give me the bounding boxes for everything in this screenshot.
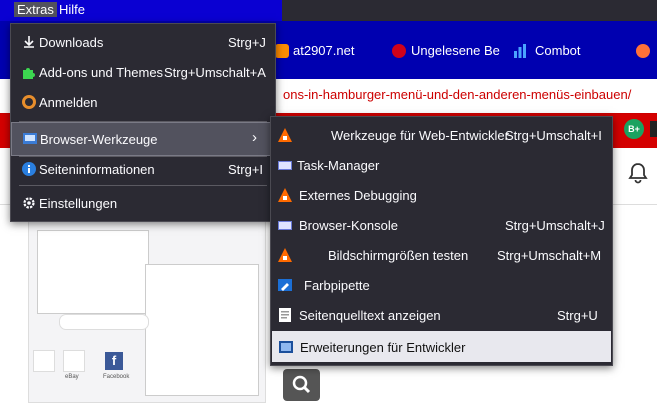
menu-separator bbox=[19, 185, 267, 186]
devtools-icon bbox=[277, 127, 293, 143]
info-icon bbox=[21, 161, 37, 177]
badge-icon[interactable]: B+ bbox=[624, 119, 644, 139]
account-icon bbox=[21, 94, 37, 110]
menu-item-shortcut: Strg+I bbox=[228, 162, 264, 177]
menu-extras[interactable]: Extras bbox=[14, 2, 57, 17]
extensions-dev-icon bbox=[278, 339, 294, 355]
bookmark-favicon-icon bbox=[392, 44, 406, 58]
menu-item-shortcut: Strg+Umschalt+J bbox=[505, 218, 605, 233]
menu-item-externes-debugging[interactable]: Externes Debugging bbox=[271, 180, 612, 210]
menu-item-label: Farbpipette bbox=[304, 278, 370, 293]
menu-item-label: Bildschirmgrößen testen bbox=[328, 248, 469, 263]
amazon-tile-icon bbox=[33, 350, 55, 372]
download-icon bbox=[21, 34, 37, 50]
source-icon bbox=[277, 307, 293, 323]
article-screenshot-image: f eBay Facebook bbox=[28, 219, 266, 403]
menu-item-label: Seiteninformationen bbox=[39, 162, 155, 177]
gear-icon bbox=[21, 195, 37, 211]
toolbar-edge-icon bbox=[650, 121, 657, 137]
menu-item-label: Browser-Werkzeuge bbox=[40, 132, 158, 147]
menu-item-erweiterungen-entwickler[interactable]: Erweiterungen für Entwickler bbox=[272, 331, 611, 362]
thumb-search bbox=[59, 314, 149, 330]
url-text: ons-in-hamburger-menü-und-den-anderen-me… bbox=[283, 87, 632, 102]
menu-item-label: Task-Manager bbox=[297, 158, 380, 173]
search-button[interactable] bbox=[283, 369, 320, 401]
thumb-tile-label: eBay bbox=[65, 374, 79, 380]
menu-item-label: Seitenquelltext anzeigen bbox=[299, 308, 441, 323]
bookmark-favicon-icon bbox=[275, 44, 289, 58]
menu-item-web-devtools[interactable]: Werkzeuge für Web-Entwickler Strg+Umscha… bbox=[271, 120, 612, 150]
menu-item-shortcut: Strg+J bbox=[228, 35, 266, 50]
ebay-tile-icon bbox=[63, 350, 85, 372]
menu-item-shortcut: Strg+Umschalt+M bbox=[497, 248, 602, 263]
responsive-icon bbox=[277, 247, 293, 263]
menu-item-farbpipette[interactable]: Farbpipette bbox=[271, 270, 612, 300]
puzzle-icon bbox=[21, 64, 37, 80]
menu-item-shortcut: Strg+Umschalt+I bbox=[505, 128, 602, 143]
menu-item-einstellungen[interactable]: Einstellungen bbox=[11, 188, 275, 218]
remote-debugging-icon bbox=[277, 187, 293, 203]
combot-chart-icon bbox=[513, 44, 527, 58]
menu-item-bildschirmgroessen[interactable]: Bildschirmgrößen testen Strg+Umschalt+M bbox=[271, 240, 612, 270]
eyedropper-icon bbox=[277, 277, 293, 293]
menu-item-label: Add-ons und Themes bbox=[39, 65, 164, 80]
extras-menu: Downloads Strg+J Add-ons und Themes Strg… bbox=[10, 23, 276, 222]
bookmark-combot[interactable]: Combot bbox=[535, 43, 581, 58]
thumb-menu bbox=[37, 230, 149, 314]
menu-item-label: Erweiterungen für Entwickler bbox=[300, 340, 466, 355]
menu-item-label: Einstellungen bbox=[39, 196, 118, 211]
menu-item-label: Externes Debugging bbox=[299, 188, 417, 203]
bookmark-ungelesene[interactable]: Ungelesene Be bbox=[411, 43, 500, 58]
thumb-submenu bbox=[145, 264, 259, 396]
menu-item-shortcut: Strg+Umschalt+A bbox=[164, 65, 266, 80]
facebook-tile-icon: f bbox=[105, 352, 123, 370]
thumb-tile-label: Facebook bbox=[103, 374, 130, 380]
menu-item-label: Werkzeuge für Web-Entwickler bbox=[331, 128, 509, 143]
bell-icon[interactable] bbox=[626, 161, 650, 185]
firefox-icon bbox=[636, 44, 650, 58]
menu-item-shortcut: Strg+U bbox=[557, 308, 598, 323]
menu-item-task-manager[interactable]: Task-Manager bbox=[271, 150, 612, 180]
tools-icon bbox=[22, 131, 38, 147]
bookmark-at2907[interactable]: at2907.net bbox=[293, 43, 354, 58]
menu-item-seiteninformationen[interactable]: Seiteninformationen Strg+I bbox=[11, 154, 275, 184]
menu-item-browser-konsole[interactable]: Browser-Konsole Strg+Umschalt+J bbox=[271, 210, 612, 240]
menu-item-addons[interactable]: Add-ons und Themes Strg+Umschalt+A bbox=[11, 57, 275, 87]
menu-item-label: Browser-Konsole bbox=[299, 218, 398, 233]
browser-tools-submenu: Werkzeuge für Web-Entwickler Strg+Umscha… bbox=[270, 116, 613, 366]
task-manager-icon bbox=[277, 157, 293, 173]
menu-item-label: Anmelden bbox=[39, 95, 98, 110]
menu-bar: Extras Hilfe bbox=[0, 0, 657, 21]
menu-item-browser-werkzeuge[interactable]: Browser-Werkzeuge › bbox=[11, 122, 275, 156]
menu-item-seitenquelltext[interactable]: Seitenquelltext anzeigen Strg+U bbox=[271, 300, 612, 330]
console-icon bbox=[277, 217, 293, 233]
menu-item-downloads[interactable]: Downloads Strg+J bbox=[11, 27, 275, 57]
menu-item-label: Downloads bbox=[39, 35, 104, 50]
chevron-right-icon: › bbox=[252, 129, 257, 146]
menu-item-anmelden[interactable]: Anmelden bbox=[11, 87, 275, 117]
menu-hilfe[interactable]: Hilfe bbox=[56, 2, 88, 17]
